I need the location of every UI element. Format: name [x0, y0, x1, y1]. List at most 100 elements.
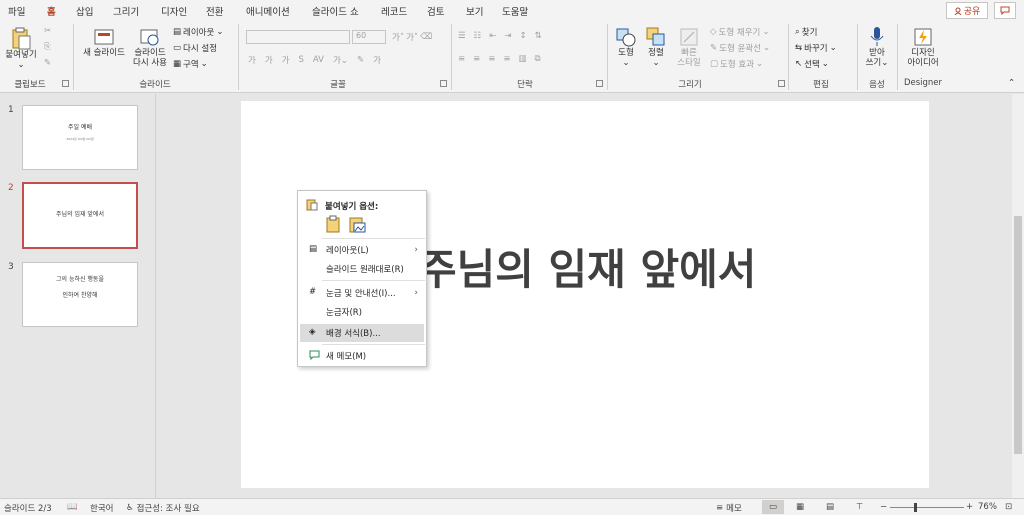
tab-design[interactable]: 디자인	[161, 4, 187, 18]
zoom-out-button[interactable]: −	[880, 502, 887, 512]
tab-home[interactable]: 홈	[46, 4, 57, 23]
find-button[interactable]: ⌕ 찾기	[795, 26, 817, 38]
replace-button[interactable]: ⇆ 바꾸기 ⌄	[795, 42, 837, 54]
case-icon: 가⌄	[332, 56, 348, 66]
slideshow-button[interactable]: ⊤	[856, 502, 863, 512]
menu-item-format-background[interactable]: ◈ 배경 서식(B)...	[300, 324, 424, 342]
dictate-label-1: 받아	[869, 48, 885, 58]
select-button[interactable]: ↖ 선택 ⌄	[795, 58, 829, 70]
font-size-buttons[interactable]: 가˄ 가˅ ⌫	[392, 31, 432, 43]
section-button[interactable]: ▦ 구역 ⌄	[173, 58, 208, 70]
normal-view-button[interactable]: ▭	[762, 500, 784, 514]
shape-fill-button[interactable]: ◇ 도형 채우기 ⌄	[710, 26, 769, 38]
reuse-slides-icon	[140, 29, 159, 46]
layout-icon: ▤	[173, 27, 182, 37]
design-ideas-button[interactable]: 디자인 아이디어	[902, 26, 944, 68]
tab-slideshow[interactable]: 슬라이드 쇼	[312, 4, 359, 18]
tab-help[interactable]: 도움말	[502, 4, 528, 18]
tab-review[interactable]: 검토	[427, 4, 444, 18]
quick-styles-label-2: 스타일	[677, 58, 701, 68]
menu-item-new-comment[interactable]: 새 메모(M)	[300, 347, 424, 365]
divider	[897, 24, 898, 90]
group-label-slides: 슬라이드	[139, 80, 171, 90]
accessibility-status[interactable]: ♿ 접근성: 조사 필요	[126, 502, 200, 514]
normal-view-icon: ▭	[768, 502, 778, 512]
comments-button[interactable]	[994, 2, 1016, 19]
spelling-icon[interactable]: 📖	[67, 502, 78, 512]
chevron-down-icon: ⌄	[216, 27, 224, 37]
slide-sorter-button[interactable]: ▦	[796, 502, 804, 512]
accessibility-label: 접근성: 조사 필요	[136, 504, 200, 514]
font-launcher-icon[interactable]	[440, 80, 447, 87]
zoom-slider-thumb[interactable]	[914, 503, 917, 512]
menu-item-ruler[interactable]: 눈금자(R)	[300, 303, 424, 321]
font-size-combo[interactable]: 60	[352, 30, 386, 44]
divider	[857, 24, 858, 90]
quick-styles-button[interactable]: 빠른 스타일	[673, 26, 705, 68]
arrange-icon	[646, 27, 665, 46]
reset-icon: ▭	[173, 43, 182, 53]
chevron-right-icon: ›	[414, 288, 418, 298]
fit-to-window-icon[interactable]: ⊡	[1005, 502, 1012, 512]
shape-effects-button[interactable]: ▢ 도형 효과 ⌄	[710, 58, 763, 70]
slide-thumbnail-2[interactable]: 주님의 임재 앞에서	[22, 182, 138, 249]
menu-item-reset-slide[interactable]: 슬라이드 원래대로(R)	[300, 260, 424, 278]
pane-divider[interactable]	[155, 94, 156, 498]
paste-keep-source-button[interactable]	[325, 215, 347, 235]
clipboard-launcher-icon[interactable]	[62, 80, 69, 87]
share-button[interactable]: 공유	[946, 2, 988, 19]
scrollbar-thumb[interactable]	[1014, 216, 1022, 454]
reuse-slides-button[interactable]: 슬라이드 다시 사용	[128, 26, 172, 68]
slide-number: 3	[8, 262, 14, 272]
tab-record[interactable]: 레코드	[381, 4, 407, 18]
reset-button[interactable]: ▭ 다시 설정	[173, 42, 217, 54]
paste-button[interactable]: 붙여넣기 ⌄	[4, 26, 38, 70]
underline-icon: 가	[281, 56, 290, 66]
copy-button[interactable]: ⎘	[44, 42, 51, 52]
shape-outline-button[interactable]: ✎ 도형 윤곽선 ⌄	[710, 42, 770, 54]
paragraph-align-buttons[interactable]: ≡ ≡ ≡ ≡ ▥ ⧉	[458, 54, 541, 64]
font-style-buttons[interactable]: 가 가 가 S AV 가⌄ ✎ 가	[248, 54, 381, 66]
new-slide-button[interactable]: 새 슬라이드	[80, 26, 128, 58]
numbering-icon: ☷	[473, 31, 482, 41]
slide-thumbnail-1[interactable]: 주일 예배 2024년 OO월 OO일	[22, 105, 138, 170]
zoom-level[interactable]: 76%	[978, 502, 997, 512]
paragraph-list-buttons[interactable]: ☰ ☷ ⇤ ⇥ ↕ ⇅	[458, 31, 542, 41]
reading-view-button[interactable]: ▤	[826, 502, 834, 512]
zoom-in-button[interactable]: +	[966, 502, 973, 512]
dictate-button[interactable]: 받아 쓰기⌄	[862, 26, 892, 68]
paste-picture-button[interactable]	[348, 215, 370, 235]
menu-item-layout[interactable]: ▤ 레이아웃(L) ›	[300, 241, 424, 259]
tab-view[interactable]: 보기	[466, 4, 483, 18]
bullets-icon: ☰	[458, 31, 466, 41]
tab-insert[interactable]: 삽입	[76, 4, 93, 18]
layout-button[interactable]: ▤ 레이아웃 ⌄	[173, 26, 223, 38]
language-indicator[interactable]: 한국어	[90, 502, 113, 514]
tab-draw[interactable]: 그리기	[113, 4, 139, 18]
notes-button[interactable]: ≡ 메모	[716, 502, 742, 514]
font-size-value: 60	[356, 31, 367, 40]
format-painter-button[interactable]: ✎	[44, 58, 51, 68]
shape-outline-label: 도형 윤곽선	[719, 44, 761, 54]
menu-item-grid-guides[interactable]: # 눈금 및 안내선(I)... ›	[300, 284, 424, 302]
cut-button[interactable]: ✂	[44, 26, 51, 36]
collapse-ribbon-button[interactable]: ⌃	[1008, 78, 1015, 88]
arrange-button[interactable]: 정렬 ⌄	[642, 26, 670, 68]
tab-file[interactable]: 파일	[8, 4, 25, 18]
slide-title-text[interactable]: 주님의 임재 앞에서	[418, 236, 918, 297]
vertical-scrollbar[interactable]	[1012, 94, 1024, 498]
thumb-subtitle: 2024년 OO월 OO일	[66, 137, 94, 141]
share-label: 공유	[963, 7, 981, 17]
font-name-combo[interactable]	[246, 30, 350, 44]
pen-icon: ✎	[710, 43, 718, 53]
chevron-right-icon: ›	[414, 245, 418, 255]
paragraph-launcher-icon[interactable]	[596, 80, 603, 87]
drawing-launcher-icon[interactable]	[778, 80, 785, 87]
slide-thumbnail-3[interactable]: 그의 능하신 행동을 인하여 찬양해	[22, 262, 138, 327]
decrease-indent-icon: ⇤	[489, 31, 497, 41]
menu-separator	[322, 238, 425, 239]
tab-animations[interactable]: 애니메이션	[246, 4, 290, 18]
tab-transitions[interactable]: 전환	[206, 4, 223, 18]
zoom-slider[interactable]	[890, 507, 964, 508]
shapes-button[interactable]: 도형 ⌄	[612, 26, 640, 68]
